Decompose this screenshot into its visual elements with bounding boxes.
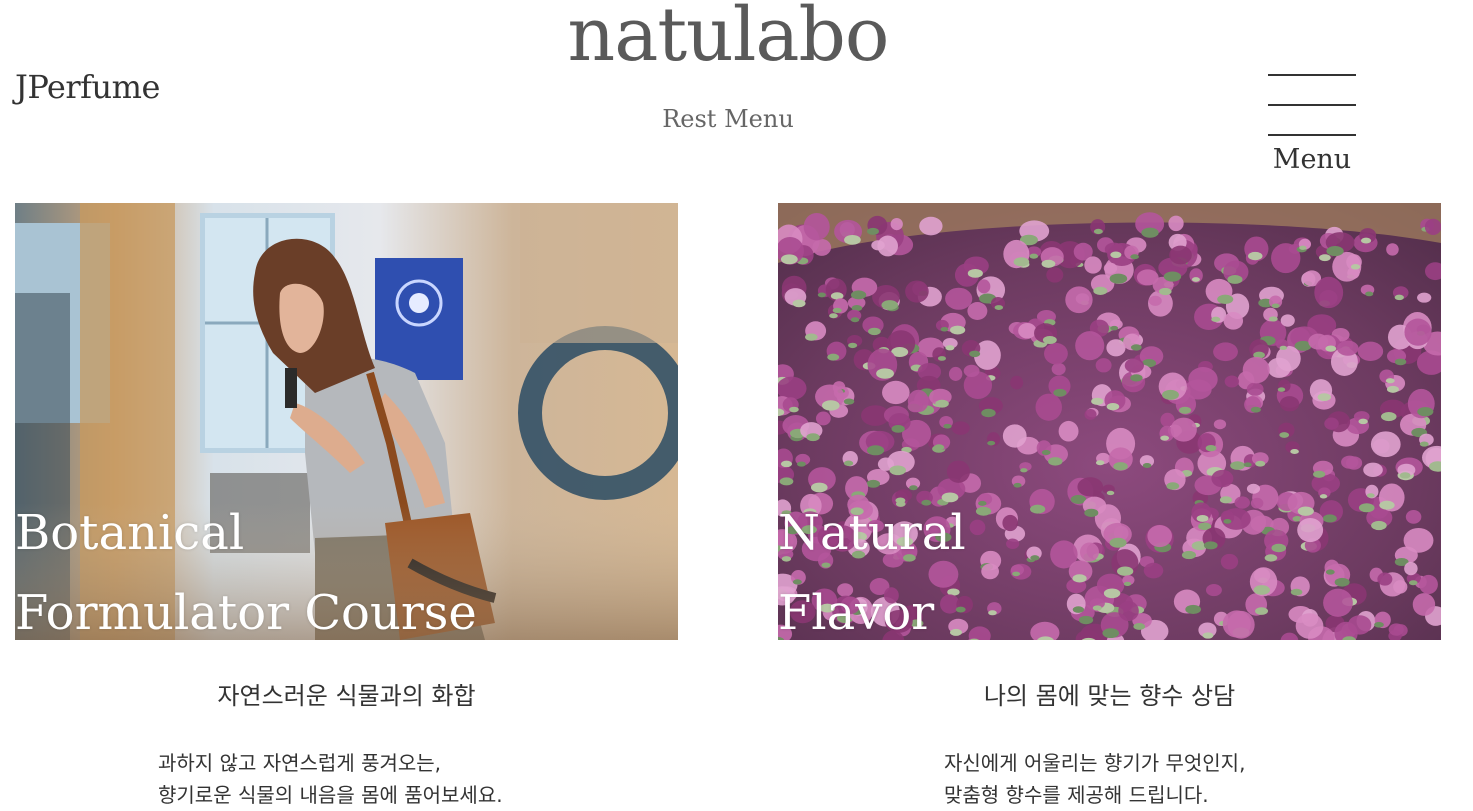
course-card-natural-flavor[interactable]: Natural Flavor 나의 몸에 맞는 향수 상담 자신에게 어울리는 …	[778, 203, 1441, 811]
menu-button[interactable]: Menu	[1262, 70, 1362, 185]
card-title: Natural Flavor	[778, 493, 966, 640]
card-title-line1: Natural	[778, 505, 966, 561]
card-title: Botanical Formulator Course	[15, 493, 477, 640]
card-description: 과하지 않고 자연스럽게 풍겨오는, 향기로운 식물의 내음을 몸에 품어보세요…	[15, 747, 678, 811]
card-subtitle: 나의 몸에 맞는 향수 상담	[983, 682, 1236, 710]
hamburger-icon-bar	[1268, 104, 1356, 106]
hamburger-icon-bar	[1268, 134, 1356, 136]
card-description-line2: 향기로운 식물의 내음을 몸에 품어보세요.	[158, 783, 503, 807]
card-image-woman-perfume[interactable]: Botanical Formulator Course	[15, 203, 678, 640]
card-title-line2: Formulator Course	[15, 585, 477, 640]
card-subtitle: 자연스러운 식물과의 화합	[217, 682, 476, 710]
card-description-line2: 맞춤형 향수를 제공해 드립니다.	[944, 783, 1209, 807]
site-logo[interactable]: natulabo	[0, 0, 1456, 78]
menu-label: Menu	[1272, 144, 1352, 175]
card-image-dried-roses[interactable]: Natural Flavor	[778, 203, 1441, 640]
course-card-botanical[interactable]: Botanical Formulator Course 자연스러운 식물과의 화…	[15, 203, 678, 811]
card-description-line1: 과하지 않고 자연스럽게 풍겨오는,	[158, 751, 442, 775]
card-description-line1: 자신에게 어울리는 향기가 무엇인지,	[944, 751, 1246, 775]
card-title-line1: Botanical	[15, 505, 245, 561]
hamburger-icon	[1268, 74, 1356, 76]
card-title-line2: Flavor	[778, 585, 935, 640]
rest-menu-link[interactable]: Rest Menu	[0, 105, 1456, 133]
site-header: JPerfume natulabo Rest Menu Menu	[0, 0, 1473, 200]
card-description: 자신에게 어울리는 향기가 무엇인지, 맞춤형 향수를 제공해 드립니다.	[778, 747, 1441, 811]
